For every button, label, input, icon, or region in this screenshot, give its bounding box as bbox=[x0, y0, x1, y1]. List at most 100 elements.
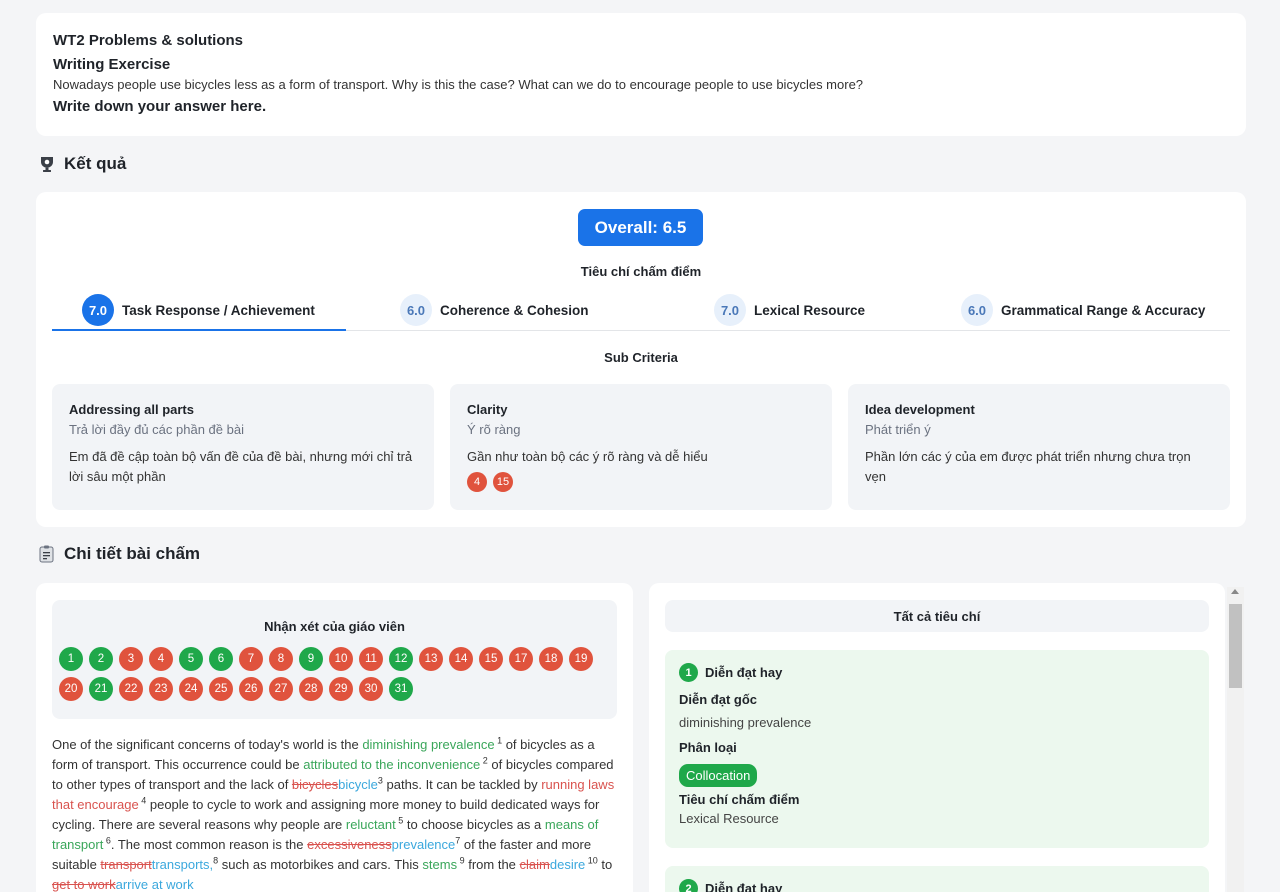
subcriteria-name: Idea development bbox=[865, 402, 975, 417]
feedback-number[interactable]: 10 bbox=[329, 647, 353, 671]
feedback-number[interactable]: 27 bbox=[269, 677, 293, 701]
annotation-number[interactable]: 9 bbox=[457, 856, 465, 866]
feedback-number[interactable]: 3 bbox=[119, 647, 143, 671]
results-card: Overall: 6.5 Tiêu chí chấm điểm 7.0 Task… bbox=[36, 192, 1246, 527]
essay-segment: . The most common reason is the bbox=[110, 837, 308, 852]
original-value: diminishing prevalence bbox=[679, 715, 812, 730]
correction-phrase[interactable]: transports, bbox=[152, 857, 213, 872]
highlighted-phrase[interactable]: reluctant bbox=[346, 817, 396, 832]
ref-chip[interactable]: 4 bbox=[467, 472, 487, 492]
criteria-item-title: Diễn đạt hay bbox=[705, 881, 783, 892]
feedback-number-grid: 1 2 3 4 5 6 7 8 9 10 11 12 13 14 15 17 18 19 20 21 22 23 24 25 2… bbox=[59, 647, 609, 701]
feedback-number[interactable]: 9 bbox=[299, 647, 323, 671]
feedback-number[interactable]: 7 bbox=[239, 647, 263, 671]
feedback-number[interactable]: 1 bbox=[59, 647, 83, 671]
feedback-number[interactable]: 13 bbox=[419, 647, 443, 671]
correction-phrase[interactable]: arrive at work bbox=[116, 877, 194, 892]
tab-task-response[interactable]: 7.0 Task Response / Achievement bbox=[82, 290, 315, 330]
correction-phrase[interactable]: bicycle bbox=[338, 777, 378, 792]
feedback-number[interactable]: 25 bbox=[209, 677, 233, 701]
correction-phrase[interactable]: prevalence bbox=[392, 837, 456, 852]
teacher-feedback-box: Nhận xét của giáo viên 1 2 3 4 5 6 7 8 9 10 11 12 13… bbox=[52, 600, 617, 719]
essay-segment: paths. It can be tackled by bbox=[382, 777, 542, 792]
highlighted-phrase[interactable]: diminishing prevalence bbox=[362, 737, 494, 752]
annotation-number[interactable]: 2 bbox=[480, 756, 488, 766]
criteria-detail-card: Tất cả tiêu chí 1 Diễn đạt hay Diễn đạt … bbox=[649, 583, 1225, 892]
scroll-thumb[interactable] bbox=[1229, 604, 1242, 688]
tab-score: 6.0 bbox=[400, 294, 432, 326]
highlighted-phrase[interactable]: attributed to the inconvenience bbox=[303, 757, 480, 772]
annotation-number[interactable]: 1 bbox=[495, 736, 502, 746]
feedback-number[interactable]: 19 bbox=[569, 647, 593, 671]
tab-label: Task Response / Achievement bbox=[122, 302, 315, 318]
tab-lexical-resource[interactable]: 7.0 Lexical Resource bbox=[714, 290, 865, 330]
feedback-number[interactable]: 21 bbox=[89, 677, 113, 701]
clipboard-icon bbox=[38, 545, 55, 563]
feedback-number[interactable]: 24 bbox=[179, 677, 203, 701]
feedback-number[interactable]: 26 bbox=[239, 677, 263, 701]
tab-coherence-cohesion[interactable]: 6.0 Coherence & Cohesion bbox=[400, 290, 589, 330]
subcriteria-vn: Trả lời đầy đủ các phần đề bài bbox=[69, 422, 244, 437]
struck-phrase[interactable]: claim bbox=[520, 857, 550, 872]
feedback-number[interactable]: 20 bbox=[59, 677, 83, 701]
criteria-item[interactable]: 1 Diễn đạt hay Diễn đạt gốc diminishing … bbox=[665, 650, 1209, 848]
feedback-number[interactable]: 5 bbox=[179, 647, 203, 671]
criteria-item-title: Diễn đạt hay bbox=[705, 665, 783, 680]
criteria-item[interactable]: 2 Diễn đạt hay bbox=[665, 866, 1209, 892]
feedback-number[interactable]: 23 bbox=[149, 677, 173, 701]
criteria-title: Tiêu chí chấm điểm bbox=[580, 264, 702, 279]
feedback-number[interactable]: 11 bbox=[359, 647, 383, 671]
tab-score: 7.0 bbox=[82, 294, 114, 326]
overall-score-badge: Overall: 6.5 bbox=[578, 209, 703, 246]
struck-phrase[interactable]: bicycles bbox=[292, 777, 338, 792]
annotation-number[interactable]: 10 bbox=[585, 856, 598, 866]
feedback-number[interactable]: 12 bbox=[389, 647, 413, 671]
criteria-item-header: 1 Diễn đạt hay bbox=[679, 663, 1195, 682]
annotation-number[interactable]: 6 bbox=[103, 836, 111, 846]
essay-segment: from the bbox=[464, 857, 520, 872]
essay-segment: such as motorbikes and cars. This bbox=[218, 857, 423, 872]
subcriteria-card-clarity: Clarity Ý rõ ràng Gần như toàn bộ các ý … bbox=[450, 384, 832, 510]
criteria-item-number: 1 bbox=[679, 663, 698, 682]
subcriteria-name: Addressing all parts bbox=[69, 402, 194, 417]
all-criteria-filter[interactable]: Tất cả tiêu chí bbox=[665, 600, 1209, 632]
original-label: Diễn đạt gốc bbox=[679, 692, 758, 707]
feedback-number[interactable]: 22 bbox=[119, 677, 143, 701]
subcriteria-card-idea-development: Idea development Phát triển ý Phần lớn c… bbox=[848, 384, 1230, 510]
feedback-number[interactable]: 28 bbox=[299, 677, 323, 701]
exercise-instruction: Write down your answer here. bbox=[53, 98, 267, 115]
teacher-feedback-title: Nhận xét của giáo viên bbox=[264, 619, 405, 634]
feedback-number[interactable]: 2 bbox=[89, 647, 113, 671]
feedback-number[interactable]: 17 bbox=[509, 647, 533, 671]
struck-phrase[interactable]: get to work bbox=[52, 877, 116, 892]
feedback-number[interactable]: 29 bbox=[329, 677, 353, 701]
feedback-number[interactable]: 14 bbox=[449, 647, 473, 671]
feedback-number[interactable]: 6 bbox=[209, 647, 233, 671]
tab-score: 7.0 bbox=[714, 294, 746, 326]
active-tab-indicator bbox=[52, 329, 346, 331]
tab-grammatical-range[interactable]: 6.0 Grammatical Range & Accuracy bbox=[961, 290, 1205, 330]
highlighted-phrase[interactable]: stems bbox=[422, 857, 457, 872]
criterion-value: Lexical Resource bbox=[679, 811, 779, 826]
criteria-scrollbar[interactable] bbox=[1227, 587, 1244, 892]
ref-chip[interactable]: 15 bbox=[493, 472, 513, 492]
struck-phrase[interactable]: transport bbox=[100, 857, 151, 872]
struck-phrase[interactable]: excessiveness bbox=[307, 837, 392, 852]
feedback-number[interactable]: 18 bbox=[539, 647, 563, 671]
correction-phrase[interactable]: desire bbox=[550, 857, 585, 872]
feedback-number[interactable]: 15 bbox=[479, 647, 503, 671]
feedback-number[interactable]: 30 bbox=[359, 677, 383, 701]
essay-segment: to choose bicycles as a bbox=[403, 817, 545, 832]
feedback-number[interactable]: 8 bbox=[269, 647, 293, 671]
tab-label: Coherence & Cohesion bbox=[440, 302, 589, 318]
scroll-up-arrow-icon[interactable] bbox=[1231, 589, 1239, 594]
exercise-prompt: Nowadays people use bicycles less as a f… bbox=[53, 77, 864, 92]
subcriteria-refs: 4 15 bbox=[467, 472, 815, 492]
type-label: Phân loại bbox=[679, 740, 737, 755]
criteria-item-number: 2 bbox=[679, 879, 698, 892]
feedback-number[interactable]: 4 bbox=[149, 647, 173, 671]
feedback-number[interactable]: 31 bbox=[389, 677, 413, 701]
results-heading-label: Kết quả bbox=[64, 154, 127, 173]
criteria-item-header: 2 Diễn đạt hay bbox=[679, 879, 1195, 892]
subcriteria-name: Clarity bbox=[467, 402, 508, 417]
